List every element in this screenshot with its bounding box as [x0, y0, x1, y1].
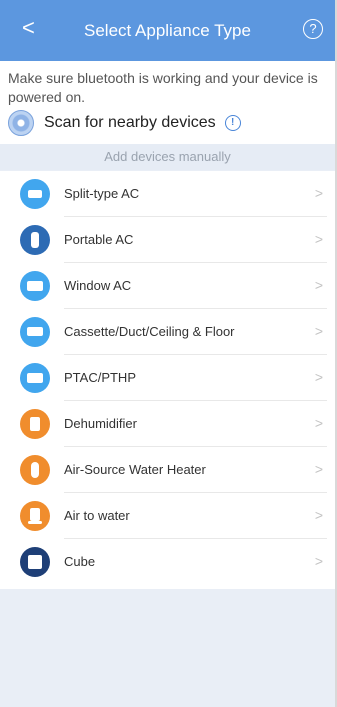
scan-nearby-button[interactable]: Scan for nearby devices !: [8, 110, 241, 136]
device-item-ptac[interactable]: PTAC/PTHP >: [0, 355, 335, 401]
radar-icon: [8, 110, 34, 136]
air-to-water-icon: [20, 501, 50, 531]
device-label: Portable AC: [64, 232, 134, 247]
chevron-right-icon: >: [314, 415, 323, 431]
device-label: PTAC/PTHP: [64, 370, 136, 385]
device-label: Cassette/Duct/Ceiling & Floor: [64, 324, 235, 339]
split-ac-icon: [20, 179, 50, 209]
device-label: Cube: [64, 554, 96, 569]
device-item-cube[interactable]: Cube >: [0, 539, 335, 585]
chevron-right-icon: >: [314, 369, 323, 385]
app-screen: < Select Appliance Type ? Make sure blue…: [0, 0, 337, 707]
page-title: Select Appliance Type: [84, 21, 251, 40]
scan-section: Make sure bluetooth is working and your …: [0, 61, 335, 144]
help-icon[interactable]: ?: [303, 19, 323, 39]
app-header: < Select Appliance Type ?: [0, 0, 335, 61]
water-heater-icon: [20, 455, 50, 485]
window-ac-icon: [20, 271, 50, 301]
device-item-water-heater[interactable]: Air-Source Water Heater >: [0, 447, 335, 493]
info-icon[interactable]: !: [224, 115, 241, 131]
scan-label: Scan for nearby devices: [44, 114, 216, 131]
chevron-right-icon: >: [314, 461, 323, 477]
manual-section-header: Add devices manually: [0, 144, 335, 170]
chevron-right-icon: >: [314, 553, 323, 569]
chevron-right-icon: >: [314, 507, 323, 523]
device-label: Air-Source Water Heater: [64, 462, 206, 477]
device-label: Split-type AC: [64, 186, 140, 201]
chevron-right-icon: >: [314, 277, 323, 293]
dehumidifier-icon: [20, 409, 50, 439]
device-label: Dehumidifier: [64, 416, 137, 431]
device-item-window-ac[interactable]: Window AC >: [0, 263, 335, 309]
ptac-icon: [20, 363, 50, 393]
cassette-ac-icon: [20, 317, 50, 347]
device-item-dehumidifier[interactable]: Dehumidifier >: [0, 401, 335, 447]
chevron-right-icon: >: [314, 185, 323, 201]
device-label: Air to water: [64, 508, 130, 523]
device-item-cassette-ac[interactable]: Cassette/Duct/Ceiling & Floor >: [0, 309, 335, 355]
chevron-right-icon: >: [314, 323, 323, 339]
bluetooth-hint: Make sure bluetooth is working and your …: [8, 70, 318, 105]
portable-ac-icon: [20, 225, 50, 255]
cube-icon: [20, 547, 50, 577]
chevron-right-icon: >: [314, 231, 323, 247]
device-label: Window AC: [64, 278, 132, 293]
device-item-split-ac[interactable]: Split-type AC >: [0, 171, 335, 217]
device-item-air-to-water[interactable]: Air to water >: [0, 493, 335, 539]
device-type-list: Split-type AC > Portable AC > Window AC …: [0, 171, 335, 589]
device-item-portable-ac[interactable]: Portable AC >: [0, 217, 335, 263]
